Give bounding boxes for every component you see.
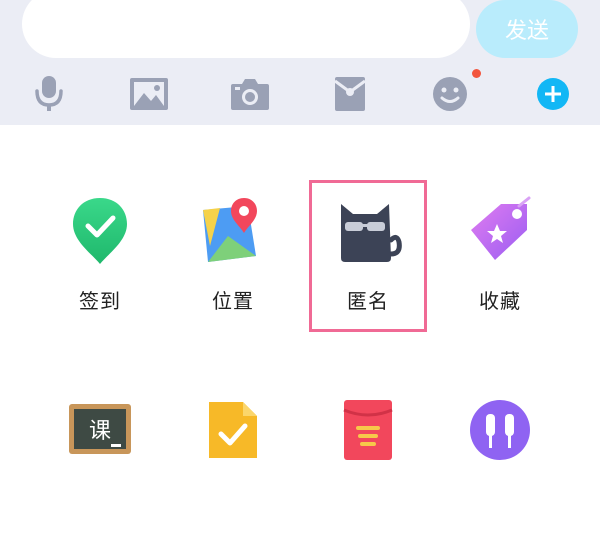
- class-blackboard-icon: 课: [64, 394, 136, 466]
- emoji-badge-dot: [472, 69, 481, 78]
- favorite-tag-icon: [464, 195, 536, 267]
- camera-icon[interactable]: [230, 74, 270, 114]
- anonymous-item[interactable]: 匿名: [308, 195, 428, 335]
- location-map-icon: [197, 195, 269, 267]
- favorite-label: 收藏: [479, 289, 521, 313]
- anonymous-label: 匿名: [347, 289, 389, 313]
- checkin-item[interactable]: 签到: [40, 195, 160, 335]
- image-icon[interactable]: [129, 74, 169, 114]
- checkin-pin-icon: [64, 195, 136, 267]
- location-label: 位置: [212, 289, 254, 313]
- homework-item[interactable]: [173, 394, 293, 534]
- microphone-icon[interactable]: [29, 74, 69, 114]
- input-toolbar-area: 发送: [0, 0, 600, 125]
- homework-doc-icon: [197, 394, 269, 466]
- favorite-item[interactable]: 收藏: [440, 195, 560, 335]
- message-input[interactable]: [22, 0, 470, 58]
- svg-text:课: 课: [89, 419, 111, 444]
- class-item[interactable]: 课: [40, 394, 160, 534]
- location-item[interactable]: 位置: [173, 195, 293, 335]
- red-envelope-icon: [332, 394, 404, 466]
- checkin-label: 签到: [79, 289, 121, 313]
- anonymous-cat-icon: [332, 195, 404, 267]
- earphones-item[interactable]: [440, 394, 560, 534]
- red-envelope-item[interactable]: [308, 394, 428, 534]
- plus-icon[interactable]: [533, 74, 573, 114]
- emoji-icon[interactable]: [430, 74, 470, 114]
- send-button[interactable]: 发送: [476, 0, 578, 58]
- red-packet-icon[interactable]: [330, 74, 370, 114]
- earphones-icon: [464, 394, 536, 466]
